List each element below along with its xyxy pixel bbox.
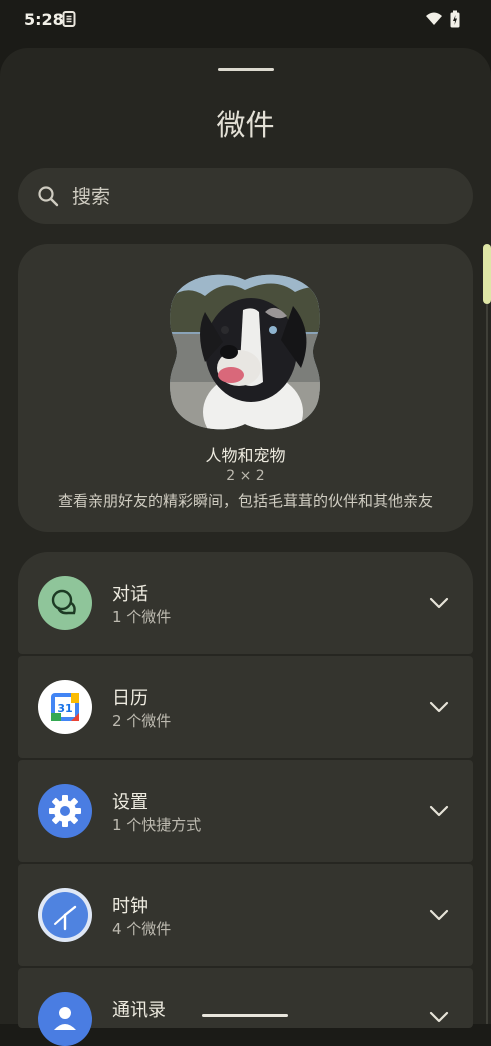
app-subtitle: 2 个微件 — [112, 712, 172, 730]
app-title: 通讯录 — [112, 1000, 166, 1021]
page-title: 微件 — [216, 108, 275, 142]
app-row-clock[interactable]: 时钟 4 个微件 — [18, 864, 473, 966]
widget-name: 人物和宠物 — [205, 446, 286, 465]
gesture-nav-handle[interactable] — [202, 1014, 288, 1017]
chevron-down-icon[interactable] — [428, 696, 450, 718]
status-time: 5:28 — [24, 10, 64, 29]
app-title: 日历 — [112, 688, 148, 709]
widget-description: 查看亲朋好友的精彩瞬间，包括毛茸茸的伙伴和其他亲友 — [57, 492, 433, 510]
chevron-down-icon[interactable] — [428, 1006, 450, 1028]
clock-icon — [38, 888, 92, 942]
chevron-down-icon[interactable] — [428, 800, 450, 822]
battery-icon — [450, 10, 460, 28]
drag-handle[interactable] — [218, 68, 274, 71]
app-subtitle: 1 个微件 — [112, 608, 172, 626]
contacts-icon — [38, 992, 92, 1046]
sim-status-icon — [62, 11, 76, 27]
app-row-calendar[interactable]: 31 日历 2 个微件 — [18, 656, 473, 758]
chevron-down-icon[interactable] — [428, 904, 450, 926]
search-input[interactable] — [70, 168, 454, 226]
scrollbar-thumb[interactable] — [483, 244, 491, 304]
app-subtitle: 1 个快捷方式 — [112, 816, 202, 834]
scrollbar-track — [486, 304, 488, 1024]
app-row-contacts[interactable]: 通讯录 — [18, 968, 473, 1046]
app-subtitle: 4 个微件 — [112, 920, 172, 938]
app-title: 对话 — [112, 584, 148, 605]
widget-picker-sheet: 微件 搜索 人物和宠物 2 × 2 查看亲朋好友的精彩瞬间，包括毛茸茸的伙伴和其… — [0, 48, 491, 1046]
status-bar: 5:28 — [0, 0, 491, 40]
wifi-icon — [426, 12, 442, 25]
featured-widget-card[interactable]: 人物和宠物 2 × 2 查看亲朋好友的精彩瞬间，包括毛茸茸的伙伴和其他亲友 — [18, 244, 473, 532]
app-title: 时钟 — [112, 896, 148, 917]
app-row-conversations[interactable]: 对话 1 个微件 — [18, 552, 473, 654]
app-row-settings[interactable]: 设置 1 个快捷方式 — [18, 760, 473, 862]
settings-gear-icon — [38, 784, 92, 838]
conversations-icon — [38, 576, 92, 630]
widget-size: 2 × 2 — [226, 468, 265, 484]
chevron-down-icon[interactable] — [428, 592, 450, 614]
calendar-icon: 31 — [38, 680, 92, 734]
search-icon — [38, 186, 59, 207]
search-bar[interactable] — [18, 168, 473, 226]
people-widget-preview[interactable] — [165, 272, 325, 432]
app-title: 设置 — [112, 792, 148, 813]
svg-text:31: 31 — [57, 702, 72, 715]
